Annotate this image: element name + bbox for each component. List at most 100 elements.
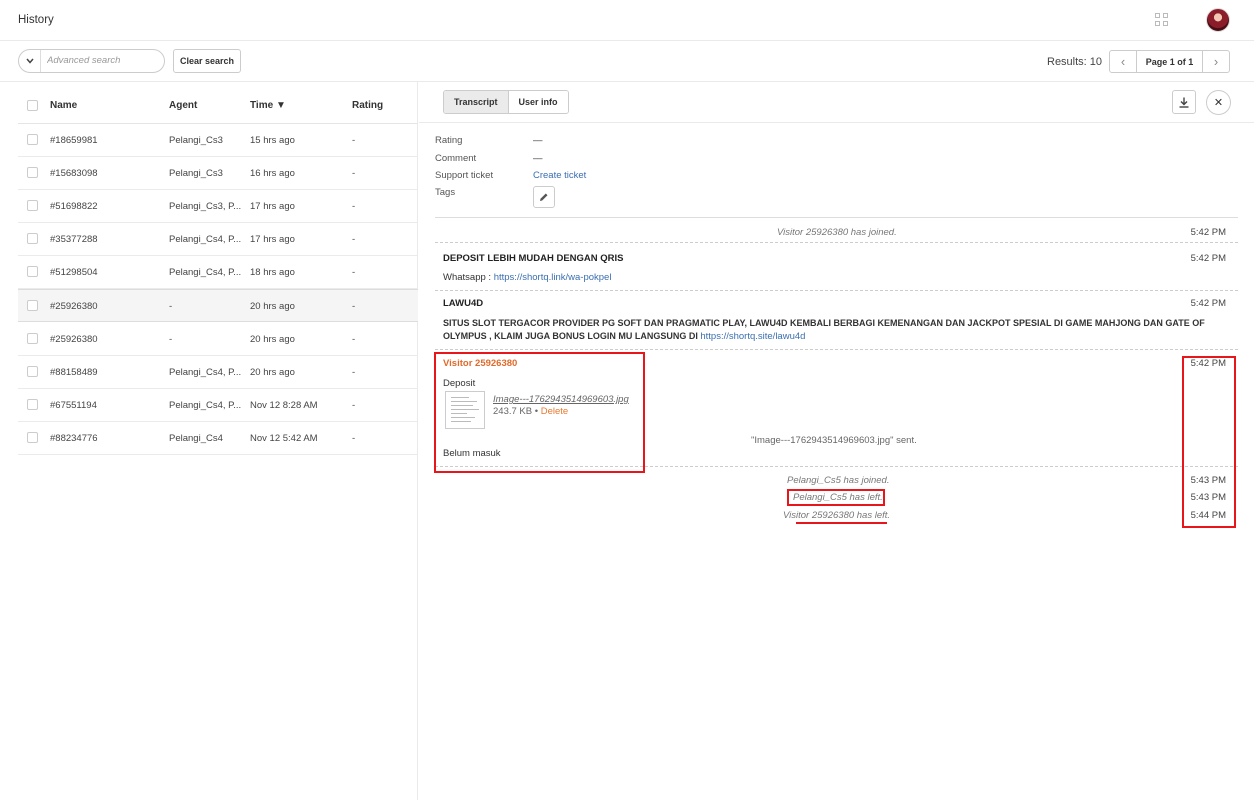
highlight-box-agent-left — [787, 489, 885, 506]
chat-time: Nov 12 8:28 AM — [250, 400, 318, 411]
highlight-box-visitor-message — [434, 352, 645, 473]
clear-search-button[interactable]: Clear search — [173, 49, 241, 73]
column-agent[interactable]: Agent — [169, 100, 197, 111]
chat-id: #15683098 — [50, 168, 98, 179]
column-name[interactable]: Name — [50, 100, 77, 111]
message-text: SITUS SLOT TERGACOR PROVIDER PG SOFT DAN… — [443, 318, 1205, 328]
chat-rating: - — [352, 201, 356, 212]
message-text: Whatsapp : https://shortq.link/wa-pokpel — [443, 272, 611, 283]
top-bar: History — [0, 0, 1254, 41]
file-sent-text: "Image---1762943514969603.jpg" sent. — [751, 435, 917, 446]
chat-rating: - — [352, 400, 356, 411]
download-button[interactable] — [1172, 90, 1196, 114]
message-divider — [435, 290, 1238, 291]
message-link[interactable]: https://shortq.link/wa-pokpel — [494, 272, 612, 283]
page-title: History — [18, 14, 54, 26]
message-time: 5:42 PM — [1190, 298, 1226, 309]
row-checkbox[interactable] — [27, 432, 38, 443]
system-event: Pelangi_Cs5 has joined. — [787, 475, 890, 486]
table-row[interactable]: #15683098 Pelangi_Cs3 16 hrs ago - — [18, 157, 418, 190]
chat-time: 17 hrs ago — [250, 201, 295, 212]
chat-id: #88234776 — [50, 433, 98, 444]
chat-agent: Pelangi_Cs4, P... — [169, 400, 242, 411]
chevron-down-icon[interactable] — [19, 50, 41, 72]
row-checkbox[interactable] — [27, 200, 38, 211]
chat-agent: Pelangi_Cs4, P... — [169, 234, 242, 245]
message-text-line: OLYMPUS , KLAIM JUGA BONUS LOGIN MU LANG… — [443, 331, 701, 341]
avatar[interactable] — [1206, 8, 1230, 32]
chat-agent: - — [169, 301, 173, 312]
column-rating[interactable]: Rating — [352, 100, 383, 111]
system-event: Visitor 25926380 has joined. — [777, 227, 897, 238]
search-input[interactable] — [47, 55, 157, 66]
chat-id: #88158489 — [50, 367, 98, 378]
chat-rating: - — [352, 433, 356, 444]
row-checkbox[interactable] — [27, 266, 38, 277]
results-count: Results: 10 — [1047, 56, 1103, 68]
table-row[interactable]: #88234776 Pelangi_Cs4 Nov 12 5:42 AM - — [18, 422, 418, 455]
chat-agent: Pelangi_Cs4, P... — [169, 367, 242, 378]
chat-time: 16 hrs ago — [250, 168, 295, 179]
chat-id: #67551194 — [50, 400, 97, 411]
edit-tags-button[interactable] — [533, 186, 555, 208]
close-button[interactable]: ✕ — [1206, 90, 1231, 115]
table-row[interactable]: #51298504 Pelangi_Cs4, P... 18 hrs ago - — [18, 256, 418, 289]
chat-rating: - — [352, 234, 356, 245]
detail-tabs: Transcript User info — [443, 90, 569, 114]
message-text-prefix: Whatsapp : — [443, 272, 494, 283]
comment-label: Comment — [435, 153, 477, 164]
chat-id: #18659981 — [50, 135, 98, 146]
chat-rating: - — [352, 168, 356, 179]
select-all-checkbox[interactable] — [27, 100, 38, 111]
table-row[interactable]: #25926380 - 20 hrs ago - — [18, 323, 418, 356]
message-link[interactable]: https://shortq.site/lawu4d — [700, 331, 805, 342]
highlight-box-timestamps — [1182, 356, 1236, 528]
column-time[interactable]: Time ▼ — [250, 100, 286, 111]
tab-transcript[interactable]: Transcript — [444, 91, 509, 113]
row-checkbox[interactable] — [27, 300, 38, 311]
pagination: ‹ Page 1 of 1 › — [1109, 50, 1230, 73]
tags-label: Tags — [435, 187, 456, 198]
chevron-right-icon[interactable]: › — [1203, 51, 1229, 72]
table-row[interactable]: #88158489 Pelangi_Cs4, P... 20 hrs ago - — [18, 356, 418, 389]
search-toolbar: Clear search Results: 10 ‹ Page 1 of 1 › — [0, 41, 1254, 82]
list-header: Name Agent Time ▼ Rating — [18, 92, 418, 124]
row-checkbox[interactable] — [27, 399, 38, 410]
row-checkbox[interactable] — [27, 233, 38, 244]
support-ticket-label: Support ticket — [435, 170, 494, 181]
chat-id: #25926380 — [50, 301, 98, 312]
pencil-icon — [540, 193, 548, 201]
table-row[interactable]: #67551194 Pelangi_Cs4, P... Nov 12 8:28 … — [18, 389, 418, 422]
create-ticket-link[interactable]: Create ticket — [533, 170, 586, 181]
system-event: Visitor 25926380 has left. — [783, 510, 891, 521]
highlight-underline-visitor-left — [796, 522, 887, 524]
chat-time: 18 hrs ago — [250, 267, 295, 278]
table-row[interactable]: #18659981 Pelangi_Cs3 15 hrs ago - — [18, 124, 418, 157]
download-icon — [1179, 97, 1189, 108]
page-indicator: Page 1 of 1 — [1136, 51, 1203, 72]
chat-time: 17 hrs ago — [250, 234, 295, 245]
row-checkbox[interactable] — [27, 366, 38, 377]
chat-time: 20 hrs ago — [250, 367, 295, 378]
chat-rating: - — [352, 267, 356, 278]
chat-time: 20 hrs ago — [250, 334, 295, 345]
table-row[interactable]: #51698822 Pelangi_Cs3, P... 17 hrs ago - — [18, 190, 418, 223]
table-row-selected[interactable]: #25926380 - 20 hrs ago - — [18, 289, 418, 322]
chat-time: 20 hrs ago — [250, 301, 295, 312]
row-checkbox[interactable] — [27, 167, 38, 178]
grid-icon[interactable] — [1155, 13, 1168, 26]
chat-agent: Pelangi_Cs3, P... — [169, 201, 242, 212]
message-divider — [435, 349, 1238, 350]
row-checkbox[interactable] — [27, 134, 38, 145]
chat-id: #25926380 — [50, 334, 98, 345]
meta-divider — [435, 217, 1238, 218]
chat-time: 15 hrs ago — [250, 135, 295, 146]
chat-id: #35377288 — [50, 234, 98, 245]
table-row[interactable]: #35377288 Pelangi_Cs4, P... 17 hrs ago - — [18, 223, 418, 256]
tab-user-info[interactable]: User info — [508, 91, 568, 113]
chat-agent: - — [169, 334, 173, 345]
search-box — [18, 49, 165, 73]
row-checkbox[interactable] — [27, 333, 38, 344]
chevron-left-icon[interactable]: ‹ — [1110, 51, 1136, 72]
chat-list: Name Agent Time ▼ Rating #18659981 Pelan… — [0, 82, 418, 800]
